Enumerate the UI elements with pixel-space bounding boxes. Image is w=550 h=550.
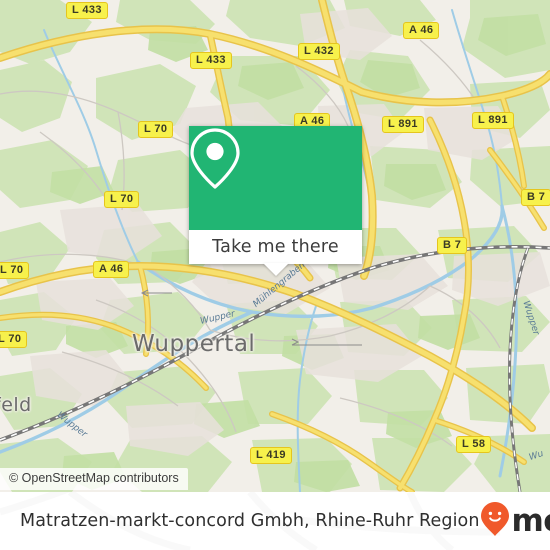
popup-header: [189, 126, 362, 230]
road-shield: A 46: [93, 261, 130, 278]
road-shield: L 891: [382, 116, 424, 133]
popup-action-label: Take me there: [212, 237, 339, 257]
screenshot-root: L 433 L 433 L 432 A 46 A 46 L 891 L 891 L 70 L 7…: [0, 0, 550, 550]
footer-bar: Matratzen-markt-concord Gmbh, Rhine-Ruhr…: [0, 492, 550, 550]
place-label: Wuppertal: [132, 331, 256, 357]
road-shield: L 70: [0, 262, 30, 279]
osm-attribution[interactable]: © OpenStreetMap contributors: [0, 468, 188, 490]
moovit-smiley-pin-icon: [480, 501, 510, 542]
road-shield: L 433: [190, 52, 232, 69]
popup-pointer-tail: [263, 263, 289, 276]
moovit-wordmark: moovit: [511, 502, 550, 539]
road-shield: L 70: [104, 191, 140, 208]
moovit-logo[interactable]: moovit: [480, 501, 550, 542]
road-shield: L 432: [298, 43, 340, 60]
road-shield: L 433: [66, 2, 108, 19]
road-shield: L 70: [138, 121, 174, 138]
road-shield: L 891: [472, 112, 514, 129]
popup-action-button[interactable]: Take me there: [189, 230, 362, 264]
location-caption: Matratzen-markt-concord Gmbh, Rhine-Ruhr…: [20, 511, 480, 531]
road-shield: B 7: [437, 237, 468, 254]
take-me-there-popup[interactable]: Take me there: [189, 126, 362, 264]
road-shield: L 70: [0, 331, 28, 348]
place-label: feld: [0, 394, 32, 416]
road-shield: A 46: [403, 22, 440, 39]
road-shield: B 7: [521, 189, 550, 206]
road-shield: L 58: [456, 436, 492, 453]
road-shield: L 419: [250, 447, 292, 464]
map-canvas[interactable]: L 433 L 433 L 432 A 46 A 46 L 891 L 891 L 70 L 7…: [0, 0, 550, 492]
